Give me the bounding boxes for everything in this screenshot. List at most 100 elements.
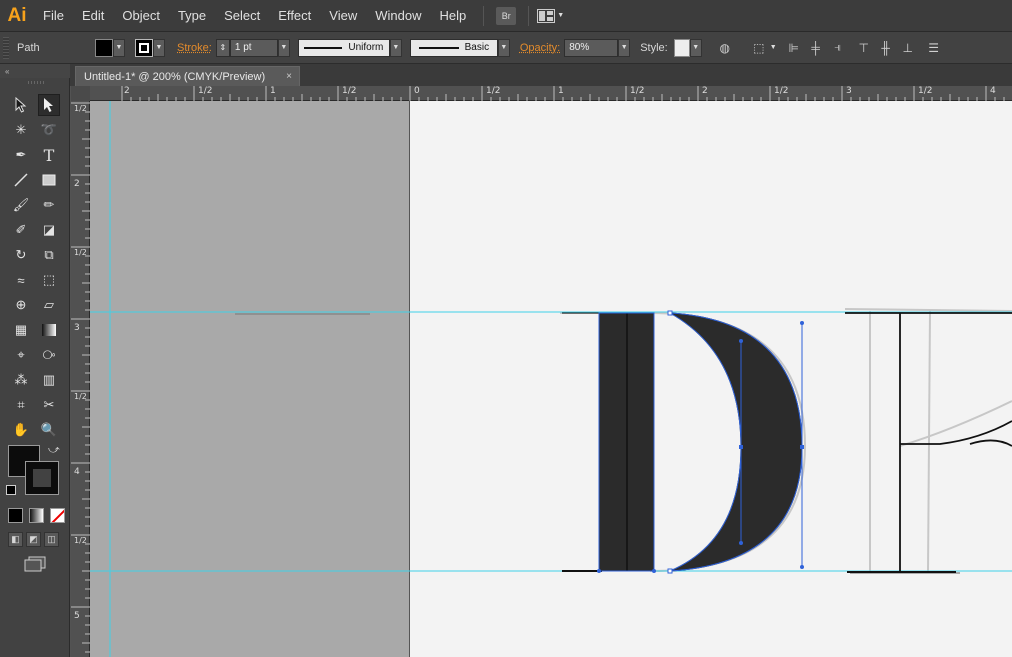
menu-select[interactable]: Select bbox=[215, 0, 269, 32]
align-left-icon[interactable]: ⊫ bbox=[785, 39, 803, 57]
eraser-tool-icon[interactable]: ◪ bbox=[38, 219, 60, 241]
pen-tool-icon[interactable]: ✒ bbox=[10, 144, 32, 166]
draw-inside-icon[interactable]: ◫ bbox=[44, 532, 59, 547]
direction-point[interactable] bbox=[800, 321, 804, 325]
menu-window[interactable]: Window bbox=[366, 0, 430, 32]
align-horizontal-center-icon[interactable]: ╪ bbox=[807, 39, 825, 57]
stroke-weight-field[interactable]: 1 pt bbox=[229, 38, 278, 57]
arrange-documents-icon[interactable]: ▼ bbox=[537, 8, 564, 23]
menu-file[interactable]: File bbox=[34, 0, 73, 32]
anchor-point[interactable] bbox=[739, 445, 743, 449]
close-tab-icon[interactable]: × bbox=[286, 71, 292, 82]
stroke-weight-stepper[interactable]: ⇕ bbox=[215, 38, 230, 57]
stroke-dropdown[interactable]: ▼ bbox=[153, 38, 165, 57]
menu-object[interactable]: Object bbox=[113, 0, 169, 32]
document-tab[interactable]: Untitled-1* @ 200% (CMYK/Preview) × bbox=[75, 66, 300, 86]
profile-dropdown[interactable]: ▼ bbox=[389, 38, 402, 57]
draw-behind-icon[interactable]: ◩ bbox=[26, 532, 41, 547]
align-top-icon[interactable]: ⊤ bbox=[855, 39, 873, 57]
rectangle-tool-icon[interactable] bbox=[38, 169, 60, 191]
shape-builder-tool-icon[interactable]: ⊕ bbox=[10, 294, 32, 316]
width-tool-icon[interactable]: ≈ bbox=[10, 269, 32, 291]
artboard-tool-icon[interactable]: ⌗ bbox=[10, 394, 32, 416]
brush-dropdown[interactable]: ▼ bbox=[497, 38, 510, 57]
mesh-tool-icon[interactable]: ▦ bbox=[10, 319, 32, 341]
gradient-tool-icon[interactable] bbox=[38, 319, 60, 341]
brush-definition[interactable]: Basic bbox=[409, 38, 498, 57]
artwork bbox=[90, 101, 1012, 657]
pencil-tool-icon[interactable]: ✏ bbox=[38, 194, 60, 216]
screen-mode-icon[interactable] bbox=[24, 556, 46, 575]
line-segment-tool-icon[interactable] bbox=[10, 169, 32, 191]
type-tool-icon[interactable]: T bbox=[38, 144, 60, 166]
direct-selection-tool-icon[interactable] bbox=[38, 94, 60, 116]
swap-fill-stroke-icon[interactable]: ⤻ bbox=[48, 444, 60, 457]
perspective-grid-tool-icon[interactable]: ▱ bbox=[38, 294, 60, 316]
opacity-dropdown[interactable]: ▼ bbox=[618, 38, 631, 57]
slice-tool-icon[interactable]: ✂ bbox=[38, 394, 60, 416]
blob-brush-tool-icon[interactable]: ✐ bbox=[10, 219, 32, 241]
ruler-label: 5 bbox=[74, 611, 80, 621]
variable-width-profile[interactable]: Uniform bbox=[297, 38, 390, 57]
vertical-ruler[interactable]: 1/2 2 1/2 3 1/2 4 1/2 5 bbox=[71, 101, 90, 657]
stroke-color-swatch[interactable] bbox=[25, 461, 59, 495]
ruler-label: 1/2 bbox=[774, 86, 789, 96]
menu-help[interactable]: Help bbox=[430, 0, 475, 32]
panel-grip[interactable] bbox=[3, 36, 9, 59]
align-bottom-icon[interactable]: ⊥ bbox=[899, 39, 917, 57]
default-fill-stroke-icon[interactable] bbox=[6, 485, 16, 495]
anchor-point[interactable] bbox=[667, 568, 673, 574]
anchor-point[interactable] bbox=[800, 445, 804, 449]
free-transform-tool-icon[interactable]: ⬚ bbox=[38, 269, 60, 291]
gradient-mode-icon[interactable] bbox=[29, 508, 44, 523]
direction-point[interactable] bbox=[800, 565, 804, 569]
magic-wand-tool-icon[interactable]: ✳ bbox=[10, 119, 32, 141]
opacity-field[interactable]: 80% bbox=[564, 38, 619, 57]
scale-tool-icon[interactable]: ⧉ bbox=[38, 244, 60, 266]
align-to-dropdown-icon[interactable]: ▼ bbox=[770, 44, 777, 51]
menu-effect[interactable]: Effect bbox=[269, 0, 320, 32]
letter-d-bowl[interactable] bbox=[669, 312, 803, 572]
stroke-swatch[interactable] bbox=[135, 38, 153, 57]
bridge-button[interactable]: Br bbox=[496, 6, 517, 25]
direction-point[interactable] bbox=[739, 339, 743, 343]
paintbrush-tool-icon[interactable]: 🖌 bbox=[10, 194, 32, 216]
anchor-point[interactable] bbox=[667, 310, 673, 316]
stroke-weight-dropdown[interactable]: ▼ bbox=[277, 38, 290, 57]
document-canvas[interactable] bbox=[90, 101, 1012, 657]
align-to-selection-icon[interactable]: ⬚ bbox=[750, 39, 768, 57]
recolor-artwork-icon[interactable]: ◍ bbox=[716, 39, 734, 57]
zoom-tool-icon[interactable]: 🔍 bbox=[38, 419, 60, 441]
graphic-style-dropdown[interactable]: ▼ bbox=[689, 38, 702, 57]
column-graph-tool-icon[interactable]: ▥ bbox=[38, 369, 60, 391]
ruler-origin[interactable] bbox=[71, 86, 90, 101]
stroke-panel-link[interactable]: Stroke: bbox=[177, 42, 212, 54]
menu-edit[interactable]: Edit bbox=[73, 0, 113, 32]
menu-view[interactable]: View bbox=[320, 0, 366, 32]
draw-normal-icon[interactable]: ◧ bbox=[8, 532, 23, 547]
color-mode-icon[interactable] bbox=[8, 508, 23, 523]
eyedropper-tool-icon[interactable]: ⌖ bbox=[10, 344, 32, 366]
horizontal-ruler[interactable]: 2 1/2 1 1/2 0 1/2 1 1/2 2 1/2 3 1/2 4 bbox=[90, 86, 1012, 101]
distribute-top-icon[interactable]: ☰ bbox=[925, 39, 943, 57]
align-right-icon[interactable]: ⫣ bbox=[829, 39, 847, 57]
symbol-sprayer-tool-icon[interactable]: ⁂ bbox=[10, 369, 32, 391]
blend-tool-icon[interactable]: ⧂ bbox=[38, 344, 60, 366]
hand-tool-icon[interactable]: ✋ bbox=[10, 419, 32, 441]
tools-panel-grip[interactable] bbox=[28, 81, 44, 84]
anchor-point[interactable] bbox=[597, 569, 601, 573]
direction-point[interactable] bbox=[739, 541, 743, 545]
selection-tool-icon[interactable] bbox=[10, 94, 32, 116]
collapse-panel-icon[interactable]: « bbox=[0, 64, 70, 78]
graphic-style-swatch[interactable] bbox=[673, 38, 690, 57]
fill-swatch[interactable] bbox=[95, 38, 113, 57]
anchor-point[interactable] bbox=[652, 569, 656, 573]
fill-dropdown[interactable]: ▼ bbox=[113, 38, 125, 57]
ruler-label: 1/2 bbox=[630, 86, 645, 96]
align-vertical-center-icon[interactable]: ╫ bbox=[877, 39, 895, 57]
rotate-tool-icon[interactable]: ↻ bbox=[10, 244, 32, 266]
opacity-panel-link[interactable]: Opacity: bbox=[520, 42, 560, 54]
menu-type[interactable]: Type bbox=[169, 0, 215, 32]
none-mode-icon[interactable] bbox=[50, 508, 65, 523]
lasso-tool-icon[interactable]: ➰ bbox=[38, 119, 60, 141]
